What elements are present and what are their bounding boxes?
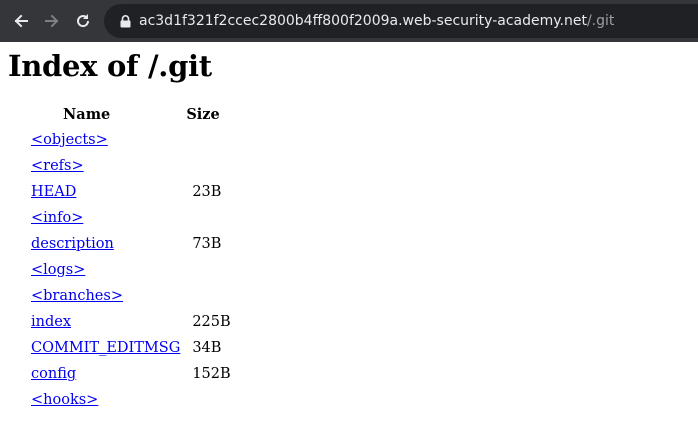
- file-size: 34B: [192, 340, 222, 356]
- file-size: [184, 258, 232, 282]
- url-host: ac3d1f321f2ccec2800b4ff800f2009a.web-sec…: [139, 13, 587, 29]
- back-button[interactable]: [10, 10, 32, 32]
- reload-icon: [77, 14, 90, 28]
- table-row: HEAD 23B: [29, 180, 233, 204]
- file-name-cell: config: [29, 362, 182, 386]
- file-size: [184, 388, 232, 412]
- forward-button[interactable]: [41, 10, 63, 32]
- file-size: [184, 284, 232, 308]
- table-row: index 225B: [29, 310, 233, 334]
- file-link[interactable]: <logs>: [31, 262, 85, 278]
- table-row: config 152B: [29, 362, 233, 386]
- directory-listing: Name Size <objects> <refs> HEAD 23B <info> de…: [27, 100, 235, 414]
- browser-toolbar: ac3d1f321f2ccec2800b4ff800f2009a.web-sec…: [0, 0, 698, 42]
- file-name-cell: <logs>: [29, 258, 182, 282]
- page-title: Index of /.git: [8, 49, 212, 83]
- url-text[interactable]: ac3d1f321f2ccec2800b4ff800f2009a.web-sec…: [139, 13, 614, 29]
- file-link[interactable]: <objects>: [31, 132, 108, 148]
- column-header-name: Name: [63, 105, 111, 123]
- lock-icon[interactable]: [118, 14, 132, 28]
- column-header-size: Size: [186, 105, 220, 123]
- file-size: [184, 206, 232, 230]
- file-name-cell: <hooks>: [29, 388, 182, 412]
- file-name-cell: <info>: [29, 206, 182, 230]
- file-size: 23B: [192, 184, 222, 200]
- file-link[interactable]: <refs>: [31, 158, 84, 174]
- table-row: <hooks>: [29, 388, 233, 412]
- file-link[interactable]: description: [31, 236, 114, 252]
- file-link[interactable]: index: [31, 314, 71, 330]
- file-name-cell: HEAD: [29, 180, 182, 204]
- file-link[interactable]: <info>: [31, 210, 83, 226]
- file-name-cell: <objects>: [29, 128, 182, 152]
- file-size: 152B: [192, 366, 231, 382]
- file-name-cell: description: [29, 232, 182, 256]
- table-row: <logs>: [29, 258, 233, 282]
- page-content: Index of /.git Name Size <objects> <refs>…: [0, 49, 698, 414]
- arrow-left-icon: [14, 14, 28, 28]
- file-name-cell: <refs>: [29, 154, 182, 178]
- file-link[interactable]: COMMIT_EDITMSG: [31, 340, 180, 356]
- file-link[interactable]: <branches>: [31, 288, 123, 304]
- file-link[interactable]: HEAD: [31, 184, 76, 200]
- table-row: description 73B: [29, 232, 233, 256]
- address-bar[interactable]: ac3d1f321f2ccec2800b4ff800f2009a.web-sec…: [104, 4, 698, 38]
- file-name-cell: <branches>: [29, 284, 182, 308]
- file-size: [184, 128, 232, 152]
- file-link[interactable]: <hooks>: [31, 392, 98, 408]
- arrow-right-icon: [45, 14, 59, 28]
- reload-button[interactable]: [72, 10, 94, 32]
- file-size: [184, 154, 232, 178]
- file-link[interactable]: config: [31, 366, 76, 382]
- url-path: /.git: [586, 13, 615, 29]
- listing-body: <objects> <refs> HEAD 23B <info> description 7…: [29, 128, 233, 412]
- table-row: <refs>: [29, 154, 233, 178]
- table-row: <branches>: [29, 284, 233, 308]
- table-row: <info>: [29, 206, 233, 230]
- table-row: <objects>: [29, 128, 233, 152]
- table-header-row: Name Size: [29, 102, 233, 126]
- file-size: 73B: [192, 236, 222, 252]
- file-name-cell: index: [29, 310, 182, 334]
- file-size: 225B: [192, 314, 231, 330]
- table-row: COMMIT_EDITMSG 34B: [29, 336, 233, 360]
- file-name-cell: COMMIT_EDITMSG: [29, 336, 182, 360]
